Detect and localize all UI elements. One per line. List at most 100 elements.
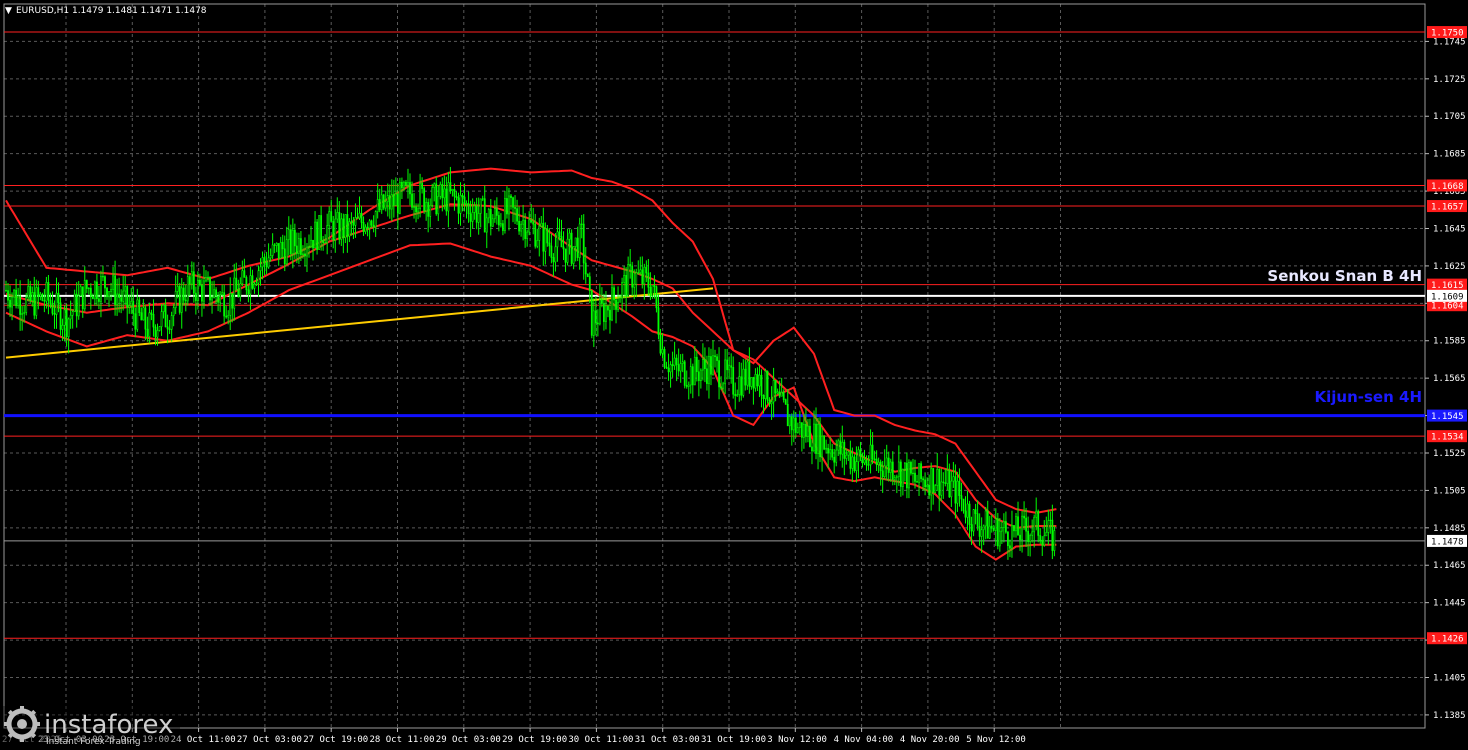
candle-body [267,257,270,268]
price-chart[interactable]: 1.17451.17251.17051.16851.16651.16451.16… [0,0,1468,750]
candle-body [47,282,50,301]
candle-body [130,300,133,306]
candle [27,278,30,302]
candle-body [788,416,791,427]
candle [558,218,561,241]
candle-body [827,447,830,454]
candle [378,188,381,213]
candle-body [887,457,890,473]
candle-body [1000,527,1003,532]
price-tick-label: 1.1505 [1433,486,1466,496]
candle [41,292,44,302]
candle-body [180,287,183,313]
candle-body [17,295,20,307]
candle-body [407,182,409,186]
candle [922,476,924,491]
gear-icon [4,706,40,742]
candle-body [122,290,125,302]
candle-body [796,427,799,433]
candle [968,500,971,538]
candle [512,196,514,223]
candle [328,206,331,241]
header-arrow-icon[interactable]: ▼ [5,6,12,16]
candle [665,361,668,370]
candle [154,324,157,346]
candle [463,183,466,212]
candle [738,362,741,402]
candle-body [166,326,169,330]
candle-body [847,451,850,456]
candle-body [914,472,916,482]
candle-body [110,288,112,292]
candle [182,281,185,306]
candle-body [217,295,220,303]
candle [443,175,446,210]
candle [251,269,254,290]
candle [891,451,894,486]
candle [429,198,432,228]
candle [516,199,518,225]
candle [643,263,646,300]
candle [722,381,725,393]
candle [83,266,86,312]
candle [619,294,621,303]
price-tick-label: 1.1445 [1433,599,1466,609]
candle [162,303,165,319]
candle-body [645,266,648,274]
candle [233,263,236,321]
candle-body [912,472,914,475]
candle-body [843,441,846,459]
candle [695,351,698,382]
candle-body [546,228,549,244]
candle [413,193,415,219]
candle [782,389,785,403]
candle-body [627,264,630,297]
candle-body [368,220,371,229]
candle-body [815,423,817,454]
price-tick-label: 1.1405 [1433,673,1466,683]
candle-body [314,221,316,249]
candle [306,243,308,273]
candle [879,459,882,486]
candle [659,328,662,356]
candle-body [697,371,700,381]
candle-body [390,194,393,210]
candle [231,293,234,323]
candle-body [67,318,70,338]
price-tick-label: 1.1705 [1433,112,1466,122]
candle-body [411,193,413,208]
candle [199,273,201,287]
candle [405,179,407,188]
candle-body [342,218,345,238]
candle-body [475,205,478,223]
candle-body [974,509,977,514]
candle [893,475,896,486]
candle [126,285,129,324]
candle-body [936,469,939,486]
candle-body [576,237,579,258]
candle [691,363,694,399]
candle-body [499,223,502,226]
candle [411,181,413,211]
candle-body [748,361,751,387]
candle-body [257,270,260,284]
candle [839,433,842,461]
candle [1049,511,1052,534]
candle [1029,533,1032,557]
candle-body [647,272,650,288]
candle-body [324,242,327,244]
candle [477,197,480,235]
candle [156,323,159,346]
candle-body [861,454,864,464]
candle [289,224,292,261]
candle-body [520,223,523,232]
candle-body [649,286,652,297]
candle [770,386,773,420]
candle [847,450,850,462]
candle-body [392,194,395,206]
candle [453,183,456,211]
candle [611,274,613,322]
candle [130,288,133,315]
candle [568,229,571,255]
candle-body [53,313,56,315]
